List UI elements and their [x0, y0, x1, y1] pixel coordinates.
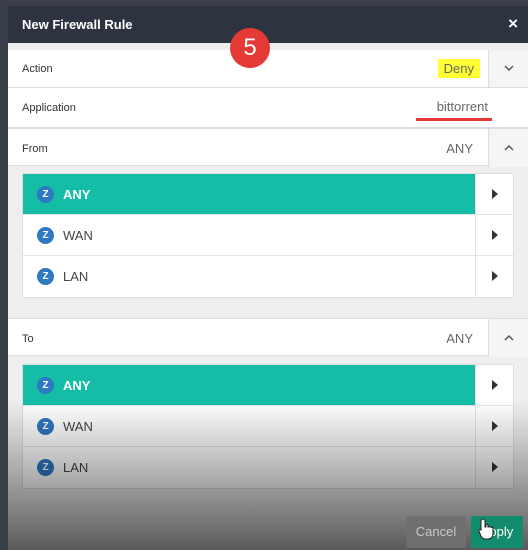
zone-name: WAN — [63, 419, 93, 434]
from-value: ANY — [446, 141, 473, 156]
chevron-up-icon — [504, 334, 514, 341]
cancel-button[interactable]: Cancel — [406, 516, 466, 548]
expand-zone-button[interactable] — [475, 406, 513, 446]
from-collapse-toggle[interactable] — [488, 129, 528, 167]
zone-icon: Z — [37, 459, 54, 476]
zone-icon: Z — [37, 186, 54, 203]
from-zone-list: Z ANY Z WAN Z LAN — [22, 173, 514, 298]
zone-name: LAN — [63, 269, 89, 284]
zone-name: ANY — [63, 187, 91, 202]
caret-right-icon — [492, 189, 498, 199]
from-label: From — [22, 143, 48, 155]
expand-zone-button[interactable] — [475, 174, 513, 214]
from-zone-wan[interactable]: Z WAN — [23, 215, 513, 256]
application-label: Application — [22, 102, 76, 114]
zone-icon: Z — [37, 227, 54, 244]
annotation-underline — [416, 118, 492, 121]
dialog-titlebar: New Firewall Rule × — [8, 6, 528, 43]
expand-zone-button[interactable] — [475, 256, 513, 297]
zone-icon: Z — [37, 377, 54, 394]
to-zone-wan[interactable]: Z WAN — [23, 406, 513, 447]
zone-name: WAN — [63, 228, 93, 243]
action-dropdown-toggle[interactable] — [488, 50, 528, 87]
application-field[interactable]: Application bittorrent — [8, 88, 528, 128]
chevron-up-icon — [504, 144, 514, 151]
action-value[interactable]: Deny — [437, 59, 480, 78]
application-value[interactable]: bittorrent — [437, 99, 488, 114]
to-label: To — [22, 333, 34, 345]
action-label: Action — [22, 63, 53, 75]
to-value: ANY — [446, 331, 473, 346]
dialog-title: New Firewall Rule — [22, 17, 133, 32]
expand-zone-button[interactable] — [475, 365, 513, 405]
caret-right-icon — [492, 380, 498, 390]
chevron-down-icon — [504, 64, 514, 71]
to-zone-any[interactable]: Z ANY — [23, 365, 513, 406]
caret-right-icon — [492, 421, 498, 431]
to-collapse-toggle[interactable] — [488, 319, 528, 357]
dialog-footer: Cancel Apply — [8, 506, 528, 550]
caret-right-icon — [492, 271, 498, 281]
caret-right-icon — [492, 462, 498, 472]
new-firewall-rule-dialog: New Firewall Rule × Action Deny Applicat… — [8, 6, 528, 550]
from-field[interactable]: From ANY — [8, 128, 528, 167]
zone-name: LAN — [63, 460, 89, 475]
close-icon[interactable]: × — [508, 14, 518, 34]
from-zone-lan[interactable]: Z LAN — [23, 256, 513, 297]
zone-name: ANY — [63, 378, 91, 393]
expand-zone-button[interactable] — [475, 447, 513, 488]
from-zone-any[interactable]: Z ANY — [23, 174, 513, 215]
to-zone-lan[interactable]: Z LAN — [23, 447, 513, 488]
zone-icon: Z — [37, 418, 54, 435]
to-zone-list: Z ANY Z WAN Z LAN — [22, 364, 514, 489]
caret-right-icon — [492, 230, 498, 240]
zone-icon: Z — [37, 268, 54, 285]
step-number-badge: 5 — [230, 28, 270, 68]
hand-cursor-icon — [478, 518, 494, 540]
to-field[interactable]: To ANY — [8, 318, 528, 357]
expand-zone-button[interactable] — [475, 215, 513, 255]
